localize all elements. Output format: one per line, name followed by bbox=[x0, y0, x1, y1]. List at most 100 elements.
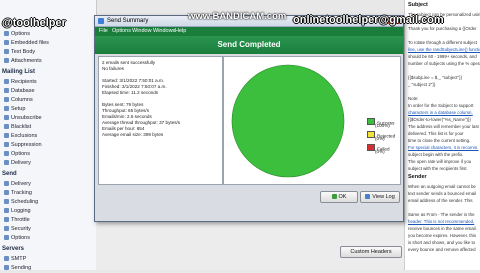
help-text-line: Note: bbox=[408, 96, 419, 101]
folder-icon bbox=[4, 96, 9, 102]
view-log-button[interactable]: View Log bbox=[360, 191, 400, 203]
sidebar-item[interactable]: Scheduling bbox=[0, 198, 96, 207]
help-text-line: receive bounces in the same email. bbox=[408, 226, 477, 231]
log-line: Elapsed time: 11.2 seconds bbox=[102, 90, 159, 95]
sidebar-item-label: Options bbox=[11, 235, 30, 241]
sidebar-section-servers: Servers bbox=[2, 246, 25, 252]
sidebar-item[interactable]: Unsubscribe bbox=[0, 114, 96, 123]
help-text-line: is short and shows, and you like to bbox=[408, 240, 476, 245]
sidebar-item[interactable]: Sending bbox=[0, 264, 96, 273]
sidebar-item[interactable]: Options bbox=[0, 150, 96, 159]
sidebar-item[interactable]: Security bbox=[0, 225, 96, 234]
sidebar-item-label: Options bbox=[11, 31, 30, 37]
help-text-line: The address will remember your last bbox=[408, 124, 479, 129]
sidebar-item[interactable]: Logging bbox=[0, 207, 96, 216]
log-icon bbox=[365, 193, 371, 199]
help-section-heading: Subject bbox=[408, 2, 428, 8]
help-text-line: time to close the current setting. bbox=[408, 138, 471, 143]
sidebar-item[interactable]: Blacklist bbox=[0, 123, 96, 132]
help-text-line: _ "subject 2"}} bbox=[408, 82, 436, 87]
sidebar-item[interactable]: Delivery bbox=[0, 159, 96, 168]
sidebar-item-label: Logging bbox=[11, 208, 31, 214]
folder-icon bbox=[4, 216, 9, 222]
folder-icon bbox=[4, 114, 9, 120]
menu-help[interactable]: Help bbox=[175, 27, 186, 36]
sidebar-item[interactable]: Delivery bbox=[0, 180, 96, 189]
folder-icon bbox=[4, 87, 9, 93]
folder-icon bbox=[4, 78, 9, 84]
sidebar-item-label: Text Body bbox=[11, 49, 36, 55]
folder-icon bbox=[4, 30, 9, 36]
sidebar-item[interactable]: Options bbox=[0, 234, 96, 243]
sidebar-item[interactable]: Setup bbox=[0, 105, 96, 114]
help-text-line: subject with the recipients first bbox=[408, 166, 467, 171]
dialog-title: Send Summary bbox=[107, 18, 149, 24]
sidebar-item[interactable]: Throttle bbox=[0, 216, 96, 225]
sidebar-item-label: Throttle bbox=[11, 217, 30, 223]
sidebar-item[interactable]: Database bbox=[0, 87, 96, 96]
log-line: Average email size: 399 bytes bbox=[102, 132, 164, 137]
legend-percent: (100%) bbox=[375, 123, 390, 128]
legend-swatch bbox=[367, 131, 375, 138]
sidebar-item[interactable]: Embedded files bbox=[0, 39, 96, 48]
main-bottom-area: Custom Headers bbox=[96, 222, 404, 270]
help-text-line: characters in a database column, bbox=[408, 110, 473, 115]
legend-swatch bbox=[367, 118, 375, 125]
sidebar-section-mailing-list: Mailing List bbox=[2, 69, 35, 75]
folder-icon bbox=[4, 48, 9, 54]
help-text-line: For special characters, it is recomm. bbox=[408, 145, 479, 150]
sidebar-section-send: Send bbox=[2, 171, 17, 177]
app-icon bbox=[98, 18, 104, 24]
sidebar-item-label: Delivery bbox=[11, 181, 31, 187]
help-text-line: header. This is not recommended, bbox=[408, 219, 475, 224]
sidebar-item-label: Tracking bbox=[11, 190, 32, 196]
help-text-line: Same as From - The sender is the bbox=[408, 212, 475, 217]
help-text-line: line, use the randSubjectLine() function bbox=[408, 47, 480, 52]
sidebar-item-label: Unsubscribe bbox=[11, 115, 42, 121]
menu-windows[interactable]: Windows bbox=[153, 27, 175, 36]
help-text-line: should be 60 - 1999+ seconds, and bbox=[408, 54, 477, 59]
send-summary-dialog: Send Summary – □ × File Options Window W… bbox=[94, 15, 404, 222]
folder-icon bbox=[4, 141, 9, 147]
ok-button[interactable]: OK bbox=[320, 191, 358, 203]
sidebar-item-label: Embedded files bbox=[11, 40, 49, 46]
sidebar-item[interactable]: Options bbox=[0, 30, 96, 39]
folder-icon bbox=[4, 39, 9, 45]
folder-icon bbox=[4, 198, 9, 204]
result-pie-chart: Success (100%) Rejected (0%) Failed (0%) bbox=[223, 56, 401, 185]
help-text-line: text sender sends a bounced email bbox=[408, 191, 477, 196]
menu-options[interactable]: Options bbox=[112, 27, 131, 36]
sidebar-item[interactable]: Recipients bbox=[0, 78, 96, 87]
sidebar-item[interactable]: Text Body bbox=[0, 48, 96, 57]
help-text-line: you become expires. However, this bbox=[408, 233, 477, 238]
sidebar-item[interactable]: Attachments bbox=[0, 57, 96, 66]
sidebar-item[interactable]: Columns bbox=[0, 96, 96, 105]
folder-icon bbox=[4, 159, 9, 165]
menu-file[interactable]: File bbox=[99, 27, 108, 36]
menu-window[interactable]: Window bbox=[132, 27, 152, 36]
folder-icon bbox=[4, 132, 9, 138]
sidebar-item[interactable]: Tracking bbox=[0, 189, 96, 198]
sidebar-item-label: Scheduling bbox=[11, 199, 39, 205]
help-text-line: email address of the sender. This bbox=[408, 198, 473, 203]
sidebar-item[interactable]: Exclusions bbox=[0, 132, 96, 141]
folder-icon bbox=[4, 234, 9, 240]
help-text-line bbox=[408, 67, 480, 74]
help-text-line: When an outgoing email cannot be bbox=[408, 184, 476, 189]
custom-headers-button[interactable]: Custom Headers bbox=[340, 246, 402, 258]
bandicam-watermark: www.BANDICAM.com bbox=[188, 11, 287, 22]
folder-icon bbox=[4, 150, 9, 156]
help-text-line: To rotate through a different subject bbox=[408, 40, 477, 45]
help-pane: Subject The subject can be personalized … bbox=[404, 0, 480, 270]
folder-icon bbox=[4, 123, 9, 129]
help-text-line: every bounce and remove affected bbox=[408, 247, 476, 252]
sidebar-item-label: Exclusions bbox=[11, 133, 38, 139]
sidebar-item[interactable]: Suppression bbox=[0, 141, 96, 150]
sidebar-item-label: Database bbox=[11, 88, 35, 94]
help-text-line: In order for the Subject to support bbox=[408, 103, 474, 108]
pie-slice-success bbox=[231, 64, 345, 178]
sidebar-item[interactable]: SMTP bbox=[0, 255, 96, 264]
sidebar-item-label: Blacklist bbox=[11, 124, 32, 130]
sidebar-item-label: Sending bbox=[11, 265, 32, 271]
legend-swatch bbox=[367, 144, 375, 151]
